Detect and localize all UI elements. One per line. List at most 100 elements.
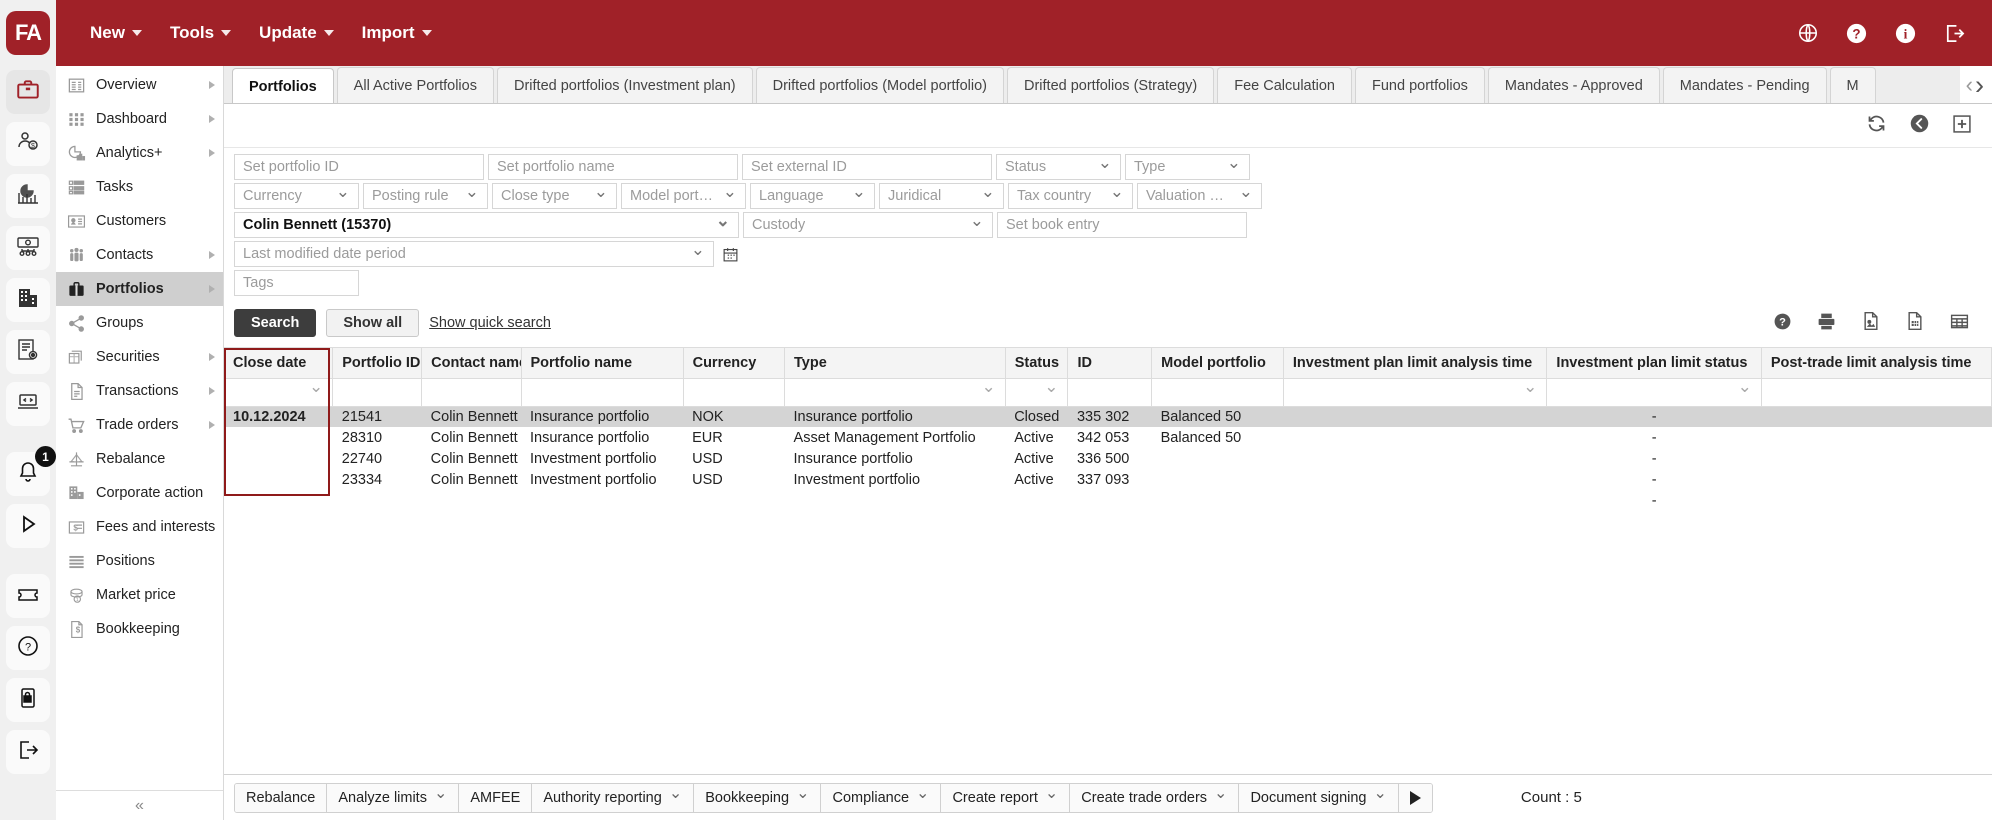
tab-next-button[interactable]: › [1975,71,1984,99]
close-type-select[interactable]: Close type ⌄ [492,183,617,209]
tab-drifted-portfolios-model-portfolio-[interactable]: Drifted portfolios (Model portfolio) [755,67,1004,103]
sidebar-item-positions[interactable]: Positions [56,544,223,578]
export-image-icon[interactable] [1861,311,1881,335]
tab-all-active-portfolios[interactable]: All Active Portfolios [336,67,494,103]
top-nav-tools[interactable]: Tools [158,15,243,51]
rail-button-report-settings[interactable] [6,330,50,374]
show-quick-search-link[interactable]: Show quick search [429,315,551,331]
rail-button-analytics-chart[interactable] [6,174,50,218]
column-header-investment-plan-limit-status[interactable]: Investment plan limit status [1546,348,1762,379]
column-header-portfolio-name[interactable]: Portfolio name [521,348,684,379]
tab-portfolios[interactable]: Portfolios [232,68,334,103]
column-header-portfolio-id[interactable]: Portfolio ID [332,348,423,379]
sidebar-item-securities[interactable]: Securities [56,340,223,374]
rail-button-ticket[interactable] [6,574,50,618]
back-arrow-icon[interactable] [1909,113,1930,138]
column-filter-dropdown[interactable]: ⌄ [1283,378,1548,407]
tab-fee-calculation[interactable]: Fee Calculation [1217,67,1352,103]
export-excel-icon[interactable] [1905,311,1925,335]
tab-fund-portfolios[interactable]: Fund portfolios [1355,67,1485,103]
posting-rule-select[interactable]: Posting rule ⌄ [363,183,488,209]
help-circle-icon[interactable]: ? [1773,312,1792,335]
tags-input[interactable]: Tags [234,270,359,296]
valuation-method-select[interactable]: Valuation method ⌄ [1137,183,1262,209]
bottom-button-create-trade-orders[interactable]: Create trade orders ⌄ [1070,783,1240,812]
column-header-type[interactable]: Type [784,348,1006,379]
column-header-model-portfolio[interactable]: Model portfolio [1151,348,1284,379]
model-portfolio-select[interactable]: Model portfolio ⌄ [621,183,746,209]
bottom-button-compliance[interactable]: Compliance ⌄ [821,783,942,812]
column-header-currency[interactable]: Currency [683,348,786,379]
info-circle-icon[interactable]: i [1894,22,1917,45]
bottom-button-rebalance[interactable]: Rebalance [235,783,328,812]
column-filter-dropdown[interactable]: ⌄ [224,378,334,407]
sidebar-item-transactions[interactable]: Transactions [56,374,223,408]
bottom-button-amfee[interactable]: AMFEE [459,783,533,812]
table-row[interactable]: 23334 Colin Bennett Investment portfolio US… [224,469,1992,490]
sidebar-item-contacts[interactable]: Contacts [56,238,223,272]
table-row[interactable]: 22740 Colin Bennett Investment portfolio US… [224,448,1992,469]
rail-button-briefcase[interactable] [6,70,50,114]
portfolio-id-input[interactable]: Set portfolio ID [234,154,484,180]
sidebar-item-rebalance[interactable]: Rebalance [56,442,223,476]
app-logo[interactable]: FA [6,11,50,55]
rail-button-play[interactable] [6,504,50,548]
sidebar-item-groups[interactable]: Groups [56,306,223,340]
sidebar-item-tasks[interactable]: Tasks [56,170,223,204]
column-header-id[interactable]: ID [1067,348,1153,379]
tab-m[interactable]: M [1829,67,1876,103]
bottom-button-create-report[interactable]: Create report ⌄ [941,783,1071,812]
table-row[interactable]: - [224,490,1992,511]
rail-button-code-laptop[interactable] [6,382,50,426]
type-select[interactable]: Type ⌄ [1125,154,1250,180]
contact-select[interactable]: Colin Bennett (15370) ⌄ [234,212,739,238]
help-circle-icon[interactable]: ? [1845,22,1868,45]
tab-drifted-portfolios-strategy-[interactable]: Drifted portfolios (Strategy) [1006,67,1215,103]
last-modified-date-period-select[interactable]: Last modified date period ⌄ [234,241,714,267]
rail-button-bell[interactable]: 1 [6,446,56,496]
sidebar-collapse-button[interactable]: « [56,790,223,820]
tab-mandates-approved[interactable]: Mandates - Approved [1487,67,1660,103]
bottom-more-button[interactable] [1398,783,1432,812]
rail-button-mobile-lock[interactable] [6,678,50,722]
bottom-button-authority-reporting[interactable]: Authority reporting ⌄ [532,783,695,812]
book-entry-input[interactable]: Set book entry [997,212,1247,238]
language-select[interactable]: Language ⌄ [750,183,875,209]
rail-button-customer-money[interactable]: $ [6,122,50,166]
top-nav-update[interactable]: Update [247,15,346,51]
currency-select[interactable]: Currency ⌄ [234,183,359,209]
column-header-contact-name[interactable]: Contact name [421,348,522,379]
column-filter-dropdown[interactable]: ⌄ [784,378,1006,407]
external-id-input[interactable]: Set external ID [742,154,992,180]
sidebar-item-market-price[interactable]: 1 Market price [56,578,223,612]
rail-button-help-circle[interactable]: ? [6,626,50,670]
table-row[interactable]: 10.12.2024 21541 Colin Bennett Insurance po… [224,406,1992,427]
juridical-select[interactable]: Juridical ⌄ [879,183,1004,209]
sidebar-item-trade-orders[interactable]: Trade orders [56,408,223,442]
column-header-close-date[interactable]: Close date [224,348,334,379]
top-nav-import[interactable]: Import [350,15,444,51]
column-filter-dropdown[interactable]: ⌄ [1546,378,1762,407]
globe-icon[interactable] [1797,22,1819,44]
table-row[interactable]: 28310 Colin Bennett Insurance portfolio EUR… [224,427,1992,448]
show-all-button[interactable]: Show all [326,309,420,337]
rail-button-building[interactable] [6,278,50,322]
sidebar-item-portfolios[interactable]: Portfolios [56,272,223,306]
column-header-post-trade-limit-analysis-time[interactable]: Post-trade limit analysis time [1761,348,1992,379]
refresh-icon[interactable] [1866,113,1887,138]
tax-country-select[interactable]: Tax country ⌄ [1008,183,1133,209]
sidebar-item-customers[interactable]: Customers [56,204,223,238]
column-header-status[interactable]: Status [1005,348,1069,379]
sidebar-item-bookkeeping[interactable]: $ Bookkeeping [56,612,223,646]
table-view-icon[interactable] [1949,311,1970,336]
sidebar-item-corporate-action[interactable]: Corporate action [56,476,223,510]
custody-select[interactable]: Custody ⌄ [743,212,993,238]
logout-icon[interactable] [1943,22,1966,45]
portfolio-table-container[interactable]: Close date Portfolio ID Contact name Portfo… [224,347,1992,774]
bottom-button-bookkeeping[interactable]: Bookkeeping ⌄ [694,783,822,812]
portfolio-name-input[interactable]: Set portfolio name [488,154,738,180]
sidebar-item-fees-and-interests[interactable]: $ Fees and interests [56,510,223,544]
top-nav-new[interactable]: New [78,15,154,51]
rail-button-logout[interactable] [6,730,50,774]
column-filter-dropdown[interactable]: ⌄ [1005,378,1069,407]
